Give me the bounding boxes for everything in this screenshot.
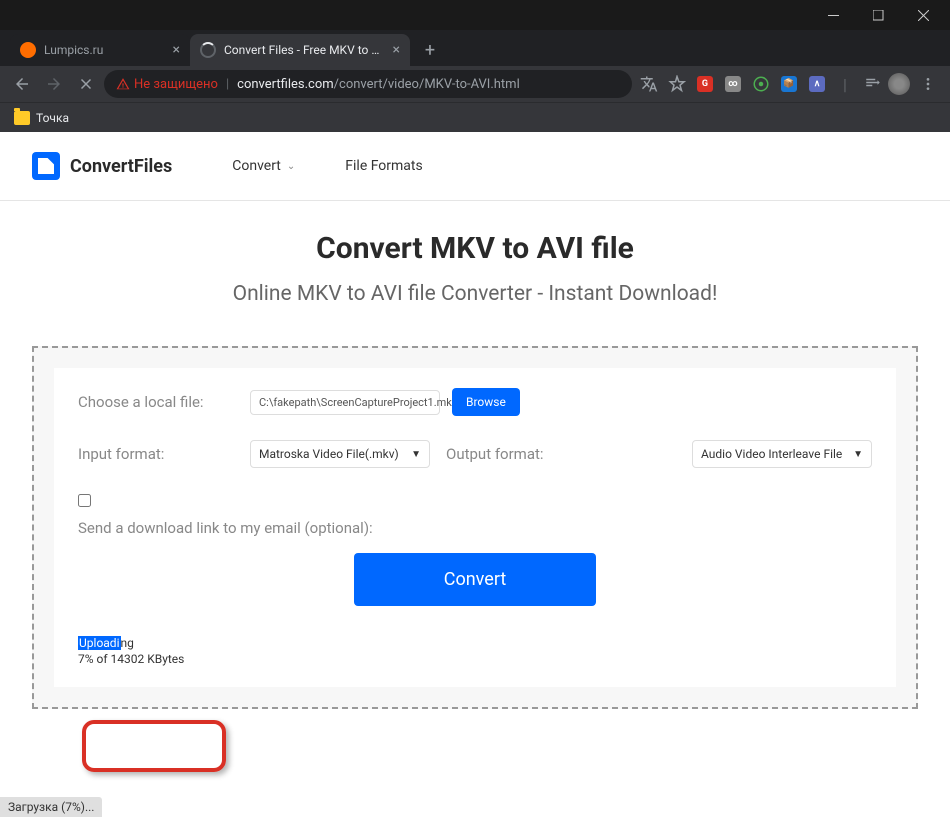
hero-section: Convert MKV to AVI file Online MKV to AV… <box>0 201 950 346</box>
upload-progress-rest: ng <box>121 636 134 650</box>
close-icon[interactable]: × <box>173 42 180 58</box>
nav-menu: Convert ⌄ File Formats <box>232 158 422 174</box>
bookmark-folder[interactable]: Точка <box>14 111 69 125</box>
bookmarks-bar: Точка <box>0 102 950 132</box>
nav-convert[interactable]: Convert ⌄ <box>232 158 295 174</box>
window-titlebar <box>0 0 950 30</box>
forward-button[interactable] <box>40 70 68 98</box>
loading-spinner-icon <box>200 42 216 58</box>
tab-title: Lumpics.ru <box>44 43 161 57</box>
browser-tabbar: Lumpics.ru × Convert Files - Free MKV to… <box>0 30 950 66</box>
browser-statusbar: Загрузка (7%)... <box>0 797 102 817</box>
converter-dropzone[interactable]: Choose a local file: C:\fakepath\ScreenC… <box>32 346 918 709</box>
extension-icon[interactable]: 📦 <box>778 73 800 95</box>
nav-label: Convert <box>232 158 281 174</box>
folder-icon <box>14 111 30 125</box>
window-maximize-button[interactable] <box>856 0 901 30</box>
logo-text: ConvertFiles <box>70 156 172 177</box>
site-logo[interactable]: ConvertFiles <box>32 152 172 180</box>
favicon-icon <box>20 42 36 58</box>
separator: | <box>834 73 856 95</box>
browser-addressbar: Не защищено | convertfiles.com/convert/v… <box>0 66 950 102</box>
tab-convertfiles[interactable]: Convert Files - Free MKV to AVI c × <box>190 34 410 66</box>
extension-icon[interactable]: G <box>694 73 716 95</box>
convert-button[interactable]: Convert <box>354 553 597 606</box>
profile-avatar[interactable] <box>888 73 910 95</box>
chevron-down-icon: ▼ <box>853 449 863 460</box>
upload-status: Uploading 7% of 14302 KBytes <box>78 636 184 666</box>
warning-icon <box>116 77 130 91</box>
output-format-label: Output format: <box>446 445 544 463</box>
upload-progress-highlight: Uploadi <box>78 636 121 650</box>
window-minimize-button[interactable] <box>811 0 856 30</box>
upload-detail: 7% of 14302 KBytes <box>78 652 184 666</box>
page-title: Convert MKV to AVI file <box>20 231 930 266</box>
close-icon[interactable]: × <box>393 42 400 58</box>
nav-file-formats[interactable]: File Formats <box>345 158 422 174</box>
choose-file-label: Choose a local file: <box>78 393 238 411</box>
reading-list-icon[interactable] <box>862 73 884 95</box>
input-format-select[interactable]: Matroska Video File(.mkv)▼ <box>250 440 430 468</box>
nav-label: File Formats <box>345 158 422 174</box>
logo-icon <box>32 152 60 180</box>
file-path-input[interactable]: C:\fakepath\ScreenCaptureProject1.mkv <box>250 390 440 415</box>
output-format-select[interactable]: Audio Video Interleave File▼ <box>692 440 872 468</box>
bookmark-label: Точка <box>36 111 69 125</box>
chevron-down-icon: ⌄ <box>287 161 295 172</box>
back-button[interactable] <box>8 70 36 98</box>
url-text: convertfiles.com/convert/video/MKV-to-AV… <box>237 77 520 92</box>
extension-icon[interactable]: ∞ <box>722 73 744 95</box>
input-format-label: Input format: <box>78 445 238 463</box>
star-icon[interactable] <box>666 73 688 95</box>
email-checkbox[interactable] <box>78 494 91 507</box>
email-label: Send a download link to my email (option… <box>78 519 872 537</box>
separator: | <box>226 77 229 92</box>
warning-text: Не защищено <box>134 77 218 92</box>
security-warning: Не защищено <box>116 77 218 92</box>
menu-button[interactable] <box>914 70 942 98</box>
chevron-down-icon: ▼ <box>411 449 421 460</box>
page-subtitle: Online MKV to AVI file Converter - Insta… <box>20 282 930 306</box>
address-input[interactable]: Не защищено | convertfiles.com/convert/v… <box>104 70 632 98</box>
translate-icon[interactable] <box>638 73 660 95</box>
howto-heading: How to use MKV to AVI Converter <box>0 749 950 793</box>
browse-button[interactable]: Browse <box>452 388 520 416</box>
converter-form: Choose a local file: C:\fakepath\ScreenC… <box>54 368 896 687</box>
tab-lumpics[interactable]: Lumpics.ru × <box>10 34 190 66</box>
extension-icon[interactable]: ∧ <box>806 73 828 95</box>
page-viewport[interactable]: ConvertFiles Convert ⌄ File Formats Conv… <box>0 132 950 793</box>
stop-reload-button[interactable] <box>72 70 100 98</box>
new-tab-button[interactable]: + <box>416 36 444 64</box>
site-header: ConvertFiles Convert ⌄ File Formats <box>0 132 950 201</box>
extension-icon[interactable] <box>750 73 772 95</box>
tab-title: Convert Files - Free MKV to AVI c <box>224 43 381 57</box>
window-close-button[interactable] <box>901 0 946 30</box>
